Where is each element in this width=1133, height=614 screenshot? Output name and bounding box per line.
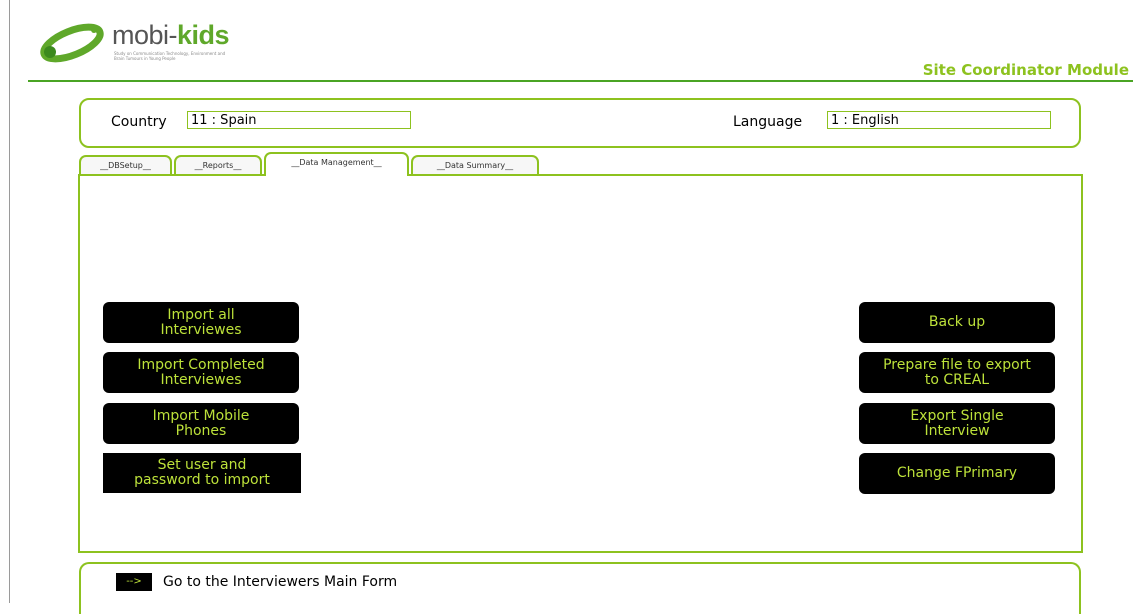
go-to-interviewers-label: Go to the Interviewers Main Form [163,574,398,590]
module-title: Site Coordinator Module [922,61,1129,79]
change-fprimary-button[interactable]: Change FPrimary [859,453,1055,494]
back-up-button[interactable]: Back up [859,302,1055,343]
tab-reports[interactable]: __Reports__ [174,155,262,174]
language-field[interactable]: 1 : English [827,111,1051,129]
import-mobile-phones-button[interactable]: Import Mobile Phones [103,403,299,444]
tab-data-management[interactable]: __Data Management__ [264,152,409,176]
set-user-password-button[interactable]: Set user and password to import [103,453,301,493]
import-completed-interviews-button[interactable]: Import Completed Interviewes [103,352,299,393]
window-left-border [9,0,10,603]
logo-swoosh-icon [40,23,104,63]
prepare-export-creal-button[interactable]: Prepare file to export to CREAL [859,352,1055,393]
tab-data-summary[interactable]: __Data Summary__ [411,155,539,174]
logo-wordmark: mobi-kids [112,20,230,50]
country-label: Country [111,114,167,130]
language-label: Language [733,114,803,130]
export-single-interview-button[interactable]: Export Single Interview [859,403,1055,444]
logo-tagline: Study on Communication Technology, Envir… [114,51,226,61]
go-to-interviewers-button[interactable]: --> [116,573,152,591]
country-field[interactable]: 11 : Spain [187,111,411,129]
header-divider [28,80,1133,82]
tab-dbsetup[interactable]: __DBSetup__ [79,155,172,174]
import-all-interviews-button[interactable]: Import all Interviewes [103,302,299,343]
mobi-kids-logo: mobi-kids Study on Communication Technol… [36,18,236,68]
